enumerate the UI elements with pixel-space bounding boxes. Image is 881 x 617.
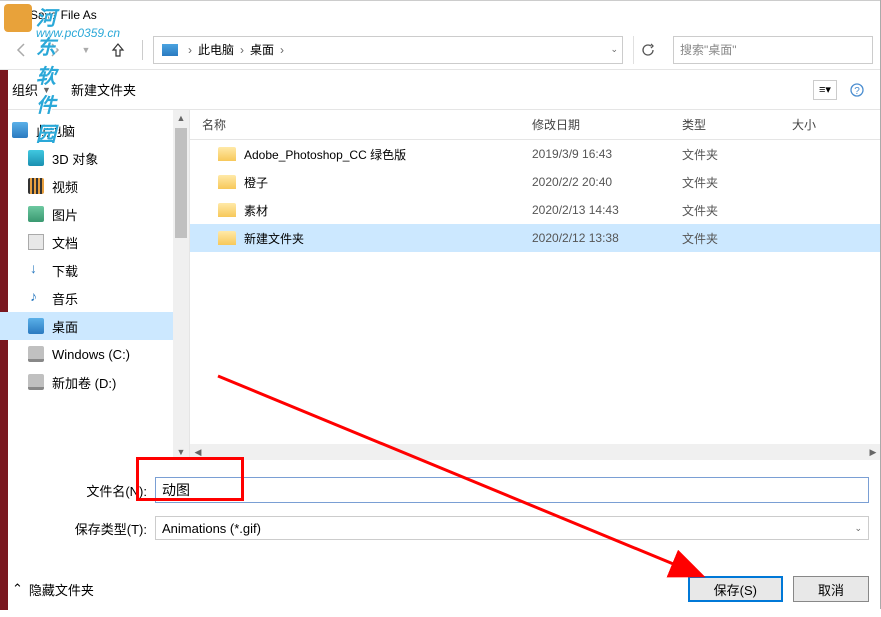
chevron-right-icon[interactable]: › [274,43,290,57]
file-row[interactable]: 素材 2020/2/13 14:43文件夹 [190,196,881,224]
file-date: 2019/3/9 16:43 [520,147,670,161]
svg-text:?: ? [854,86,860,97]
scroll-up-icon[interactable]: ▲ [173,110,189,126]
file-row[interactable]: 橙子 2020/2/2 20:40文件夹 [190,168,881,196]
column-date[interactable]: 修改日期 [520,116,670,133]
new-folder-button[interactable]: 新建文件夹 [71,80,136,99]
chevron-up-icon: ⌃ [12,581,23,597]
save-button[interactable]: 保存(S) [688,576,783,602]
column-headers: 名称 修改日期 类型 大小 [190,110,881,140]
window-title: Save File As [30,8,97,22]
hide-folders-toggle[interactable]: ⌃ 隐藏文件夹 [12,580,94,599]
music-icon [28,290,44,306]
monitor-icon [162,44,178,56]
app-icon [8,7,24,23]
download-icon [28,262,44,278]
navigation-sidebar: 此电脑 3D 对象 视频 图片 文档 下载 音乐 桌面 Windows (C:)… [0,110,190,460]
view-mode-button[interactable]: ≡▾ [813,80,837,100]
help-button[interactable]: ? [845,80,869,100]
folder-icon [218,203,236,217]
scroll-right-icon[interactable]: ▶ [865,444,881,460]
sidebar-item-downloads[interactable]: 下载 [0,256,189,284]
chevron-right-icon[interactable]: › [182,43,198,57]
sidebar-item-music[interactable]: 音乐 [0,284,189,312]
sidebar-item-3d[interactable]: 3D 对象 [0,144,189,172]
column-name[interactable]: 名称 [190,116,520,133]
folder-icon [218,175,236,189]
file-date: 2020/2/13 14:43 [520,203,670,217]
document-icon [28,234,44,250]
picture-icon [28,206,44,222]
scroll-down-icon[interactable]: ▼ [173,444,189,460]
filename-label: 文件名(N): [0,481,155,500]
file-row[interactable]: 新建文件夹 2020/2/12 13:38文件夹 [190,224,881,252]
horizontal-scrollbar[interactable]: ◀ ▶ [190,444,881,460]
sidebar-item-drive-d[interactable]: 新加卷 (D:) [0,368,189,396]
column-size[interactable]: 大小 [780,116,881,133]
file-date: 2020/2/2 20:40 [520,175,670,189]
file-type: 文件夹 [670,146,780,163]
back-button[interactable] [8,36,36,64]
up-button[interactable] [104,36,132,64]
filename-input[interactable] [155,477,869,503]
file-type: 文件夹 [670,202,780,219]
folder-icon [218,231,236,245]
scroll-left-icon[interactable]: ◀ [190,444,206,460]
desktop-icon [28,318,44,334]
breadcrumb[interactable]: › 此电脑 › 桌面 › ⌄ [153,36,623,64]
organize-button[interactable]: 组织▼ [12,80,51,99]
drive-icon [28,346,44,362]
chevron-right-icon[interactable]: › [234,43,250,57]
filetype-label: 保存类型(T): [0,519,155,538]
sidebar-item-videos[interactable]: 视频 [0,172,189,200]
file-row[interactable]: Adobe_Photoshop_CC 绿色版 2019/3/9 16:43文件夹 [190,140,881,168]
title-bar: Save File As [0,0,881,30]
breadcrumb-part[interactable]: 桌面 [250,41,274,58]
breadcrumb-part[interactable]: 此电脑 [198,41,234,58]
file-type: 文件夹 [670,230,780,247]
cube-icon [28,150,44,166]
chevron-down-icon: ▼ [42,85,51,95]
drive-icon [28,374,44,390]
filetype-select[interactable]: Animations (*.gif) ⌄ [155,516,869,540]
folder-icon [218,147,236,161]
video-icon [28,178,44,194]
chevron-down-icon: ⌄ [854,523,862,534]
cancel-button[interactable]: 取消 [793,576,869,602]
recent-dropdown[interactable]: ▼ [72,36,100,64]
refresh-button[interactable] [633,36,661,64]
file-type: 文件夹 [670,174,780,191]
sidebar-item-pictures[interactable]: 图片 [0,200,189,228]
sidebar-item-this-pc[interactable]: 此电脑 [0,116,189,144]
file-name: 新建文件夹 [244,230,304,247]
scroll-thumb[interactable] [175,128,187,238]
search-input[interactable]: 搜索"桌面" [673,36,873,64]
sidebar-item-drive-c[interactable]: Windows (C:) [0,340,189,368]
file-date: 2020/2/12 13:38 [520,231,670,245]
forward-button[interactable] [40,36,68,64]
sidebar-item-documents[interactable]: 文档 [0,228,189,256]
file-name: 橙子 [244,174,268,191]
column-type[interactable]: 类型 [670,116,780,133]
file-name: 素材 [244,202,268,219]
sidebar-item-desktop[interactable]: 桌面 [0,312,189,340]
breadcrumb-dropdown[interactable]: ⌄ [610,44,618,55]
file-name: Adobe_Photoshop_CC 绿色版 [244,146,406,163]
sidebar-scrollbar[interactable]: ▲ ▼ [173,110,189,460]
pc-icon [12,122,28,138]
